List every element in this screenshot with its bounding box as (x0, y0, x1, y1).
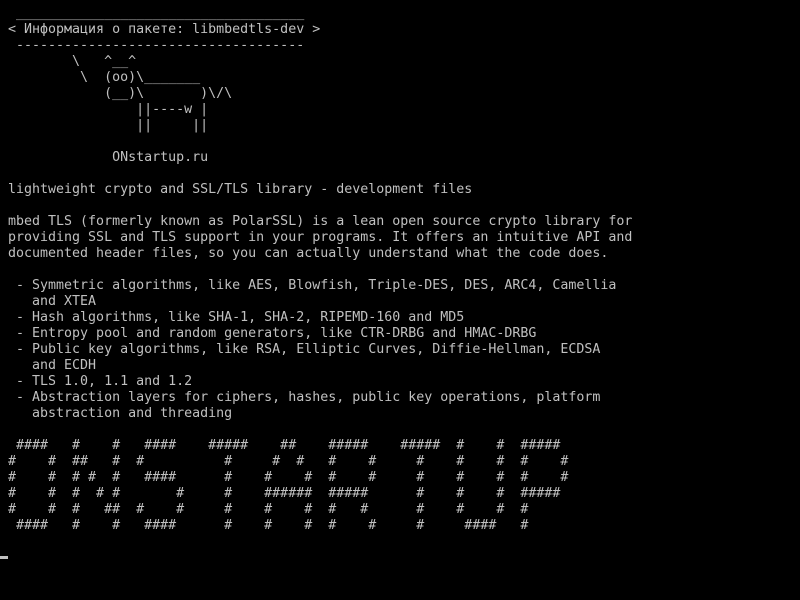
terminal-line: # # # # # # # ###### ##### # # # ##### (8, 486, 561, 501)
terminal-output: ____________________________________ < Ин… (8, 6, 632, 534)
terminal-line: - Public key algorithms, like RSA, Ellip… (8, 342, 601, 357)
terminal-line: < Информация о пакете: libmbedtls-dev > (8, 22, 321, 37)
terminal-line: providing SSL and TLS support in your pr… (8, 230, 633, 245)
terminal-line: \ (oo)\_______ (8, 70, 201, 85)
terminal-line: documented header files, so you can actu… (8, 246, 609, 261)
terminal-line: # # ## # # # # # # # # # # # # (8, 454, 569, 469)
terminal-line: and XTEA (8, 294, 97, 309)
terminal-line: and ECDH (8, 358, 97, 373)
terminal-line: abstraction and threading (8, 406, 233, 421)
terminal-line: # # # # # #### # # # # # # # # # # (8, 470, 569, 485)
terminal-line: #### # # #### # # # # # # #### # (8, 518, 529, 533)
terminal-line: ------------------------------------ (8, 38, 305, 53)
terminal-line: - Hash algorithms, like SHA-1, SHA-2, RI… (8, 310, 465, 325)
terminal-line: - TLS 1.0, 1.1 and 1.2 (8, 374, 193, 389)
terminal-line: || || (8, 118, 209, 133)
terminal-line: mbed TLS (formerly known as PolarSSL) is… (8, 214, 633, 229)
terminal-line: - Symmetric algorithms, like AES, Blowfi… (8, 278, 617, 293)
terminal-line: ||----w | (8, 102, 209, 117)
terminal-line: ONstartup.ru (8, 150, 209, 165)
terminal-line: lightweight crypto and SSL/TLS library -… (8, 182, 473, 197)
text-cursor (0, 556, 8, 559)
terminal-line: (__)\ )\/\ (8, 86, 233, 101)
terminal-line: # # # ## # # # # # # # # # # # (8, 502, 529, 517)
terminal-line: - Abstraction layers for ciphers, hashes… (8, 390, 601, 405)
terminal-line: ____________________________________ (8, 6, 305, 21)
terminal-line: \ ^__^ (8, 54, 137, 69)
terminal-line: #### # # #### ##### ## ##### ##### # # #… (8, 438, 561, 453)
terminal-line: - Entropy pool and random generators, li… (8, 326, 537, 341)
